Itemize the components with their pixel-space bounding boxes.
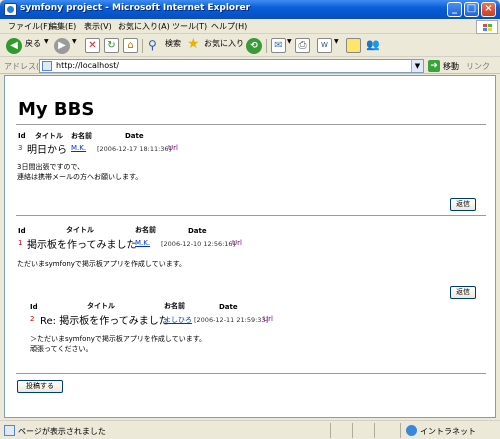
header-subject: タイトル [66, 226, 94, 234]
ie-icon [4, 3, 17, 16]
search-icon[interactable]: ⚲ [148, 38, 157, 54]
divider [16, 373, 486, 374]
post-date: [2006-12-10 12:56:16] [161, 240, 236, 248]
divider [16, 215, 486, 216]
back-arrow-icon[interactable]: ◀ [6, 38, 22, 54]
edit-word-icon[interactable]: W [317, 38, 332, 53]
post-id: 2 [30, 315, 35, 323]
post-subject: 明日から [27, 145, 67, 156]
menu-view[interactable]: 表示(V) [84, 21, 112, 32]
go-arrow-icon[interactable]: ➜ [428, 60, 440, 72]
back-label[interactable]: 戻る [25, 38, 41, 49]
discuss-icon[interactable] [346, 38, 361, 53]
post-author-link[interactable]: M.K. [71, 144, 86, 152]
post-date: [2006-12-17 18:11:36] [97, 145, 172, 153]
security-zone: イントラネット [420, 427, 476, 436]
status-text: ページが表示されました [18, 427, 106, 436]
header-name: お名前 [135, 226, 156, 234]
post-url-link[interactable]: Url [263, 315, 273, 323]
post-author-link[interactable]: よしひろ [164, 315, 192, 325]
page-done-icon [4, 425, 15, 436]
reply-button[interactable]: 返信 [450, 198, 476, 211]
close-button[interactable]: × [481, 2, 496, 17]
post-subject: 掲示板を作ってみました [27, 240, 137, 251]
post-url-link[interactable]: Url [168, 144, 178, 152]
menu-tools[interactable]: ツール(T) [172, 21, 207, 32]
address-bar: アドレス(D) http://localhost/ ▼ ➜ 移動 リンク [0, 58, 500, 74]
history-icon[interactable]: ⟲ [246, 38, 262, 54]
post-id: 1 [18, 239, 23, 247]
messenger-icon[interactable]: 👥 [366, 38, 380, 54]
maximize-button[interactable]: □ [464, 2, 479, 17]
reply-button[interactable]: 返信 [450, 286, 476, 299]
favorites-label[interactable]: お気に入り [204, 38, 244, 49]
header-id: Id [18, 132, 26, 140]
page-icon [42, 61, 52, 71]
search-label[interactable]: 検索 [165, 38, 181, 49]
links-label[interactable]: リンク [466, 61, 490, 72]
go-button[interactable]: 移動 [443, 61, 459, 72]
refresh-icon[interactable]: ↻ [104, 38, 119, 53]
header-subject: タイトル [35, 132, 63, 140]
post-body-line: 連絡は携帯メールの方へお願いします。 [17, 173, 143, 181]
home-icon[interactable]: ⌂ [123, 38, 138, 53]
address-url[interactable]: http://localhost/ [56, 61, 119, 70]
post-body-line: ただいまsymfonyで掲示板アプリを作成しています。 [17, 260, 187, 268]
forward-arrow-icon[interactable]: ▶ [54, 38, 70, 54]
post-id: 3 [18, 144, 23, 152]
edit-dropdown-icon[interactable]: ▼ [334, 38, 339, 45]
forward-dropdown-icon[interactable]: ▼ [72, 38, 77, 45]
header-subject: タイトル [87, 302, 115, 310]
header-name: お名前 [164, 302, 185, 310]
header-date: Date [188, 227, 207, 235]
intranet-icon [406, 425, 417, 436]
menu-file[interactable]: ファイル(F) [8, 21, 51, 32]
header-name: お名前 [71, 132, 92, 140]
menu-bar: ファイル(F) 編集(E) 表示(V) お気に入り(A) ツール(T) ヘルプ(… [0, 19, 500, 34]
post-body-line: 3日間出張ですので、 [17, 163, 85, 171]
header-date: Date [219, 303, 238, 311]
post-body-line: 頑張ってください。 [30, 345, 93, 353]
minimize-button[interactable]: _ [447, 2, 462, 17]
print-icon[interactable]: ⎙ [295, 38, 310, 53]
title-bar: symfony project - Microsoft Internet Exp… [0, 0, 500, 19]
stop-icon[interactable]: ✕ [85, 38, 100, 53]
status-bar: ページが表示されました イントラネット [0, 420, 500, 439]
window-title: symfony project - Microsoft Internet Exp… [20, 3, 251, 13]
post-url-link[interactable]: Url [232, 239, 242, 247]
address-dropdown-icon[interactable]: ▼ [411, 60, 423, 72]
post-body-line: ＞ただいまsymfonyで掲示板アプリを作成しています。 [30, 335, 207, 343]
menu-edit[interactable]: 編集(E) [49, 21, 76, 32]
toolbar: ◀ 戻る ▼ ▶ ▼ ✕ ↻ ⌂ ⚲ 検索 ★ お気に入り ⟲ ✉ ▼ ⎙ W … [0, 35, 500, 57]
post-subject: Re: 掲示板を作ってみました [40, 316, 169, 327]
back-dropdown-icon[interactable]: ▼ [44, 38, 49, 45]
divider [16, 124, 486, 125]
address-input[interactable]: http://localhost/ ▼ [39, 59, 424, 73]
post-author-link[interactable]: M.K. [135, 239, 150, 247]
menu-help[interactable]: ヘルプ(H) [211, 21, 247, 32]
mail-icon[interactable]: ✉ [271, 38, 286, 53]
favorites-star-icon[interactable]: ★ [187, 36, 200, 52]
header-id: Id [18, 227, 26, 235]
mail-dropdown-icon[interactable]: ▼ [287, 38, 292, 45]
page-title: My BBS [18, 99, 95, 120]
header-id: Id [30, 303, 38, 311]
menu-favorites[interactable]: お気に入り(A) [118, 21, 170, 32]
page-viewport[interactable]: My BBS Id タイトル お名前 Date 3 明日から M.K. [200… [4, 75, 496, 418]
windows-logo-icon [476, 20, 498, 34]
post-date: [2006-12-11 21:59:33] [194, 316, 269, 324]
new-post-button[interactable]: 投稿する [17, 380, 63, 393]
header-date: Date [125, 132, 144, 140]
